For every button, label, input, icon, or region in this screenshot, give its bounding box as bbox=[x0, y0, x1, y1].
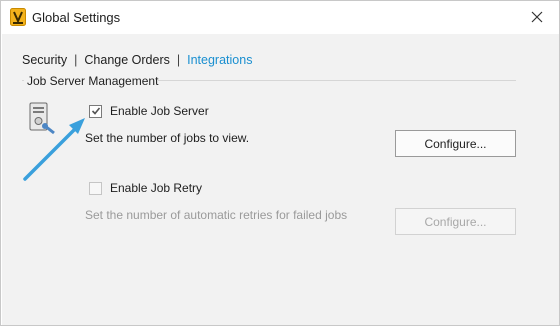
vault-app-icon bbox=[10, 8, 26, 26]
checkbox-unchecked-icon bbox=[89, 181, 102, 195]
close-icon bbox=[531, 11, 543, 23]
enable-job-retry-checkbox[interactable]: Enable Job Retry bbox=[89, 181, 202, 195]
enable-job-server-label: Enable Job Server bbox=[110, 104, 209, 118]
job-retry-description: Set the number of automatic retries for … bbox=[85, 208, 348, 222]
enable-job-retry-label: Enable Job Retry bbox=[110, 181, 203, 195]
settings-content: Security | Change Orders | Integrations … bbox=[2, 34, 559, 325]
tab-separator: | bbox=[176, 53, 181, 67]
tab-change-orders[interactable]: Change Orders bbox=[84, 53, 169, 67]
checkbox-checked-icon bbox=[89, 104, 102, 118]
window-title: Global Settings bbox=[32, 10, 121, 25]
tab-integrations[interactable]: Integrations bbox=[187, 53, 252, 67]
global-settings-dialog: Global Settings Security | Change Orders… bbox=[0, 0, 560, 326]
tab-separator: | bbox=[74, 53, 78, 67]
close-button[interactable] bbox=[522, 5, 552, 29]
job-retry-configure-button[interactable]: Configure... bbox=[395, 208, 516, 235]
job-server-description: Set the number of jobs to view. bbox=[85, 131, 250, 145]
job-server-configure-button[interactable]: Configure... bbox=[395, 130, 516, 157]
tab-bar: Security | Change Orders | Integrations bbox=[22, 53, 252, 67]
group-title: Job Server Management bbox=[27, 74, 159, 88]
enable-job-server-checkbox[interactable]: Enable Job Server bbox=[89, 104, 209, 118]
job-server-icon bbox=[29, 102, 55, 135]
title-bar: Global Settings bbox=[1, 1, 559, 34]
tab-security[interactable]: Security bbox=[22, 53, 67, 67]
